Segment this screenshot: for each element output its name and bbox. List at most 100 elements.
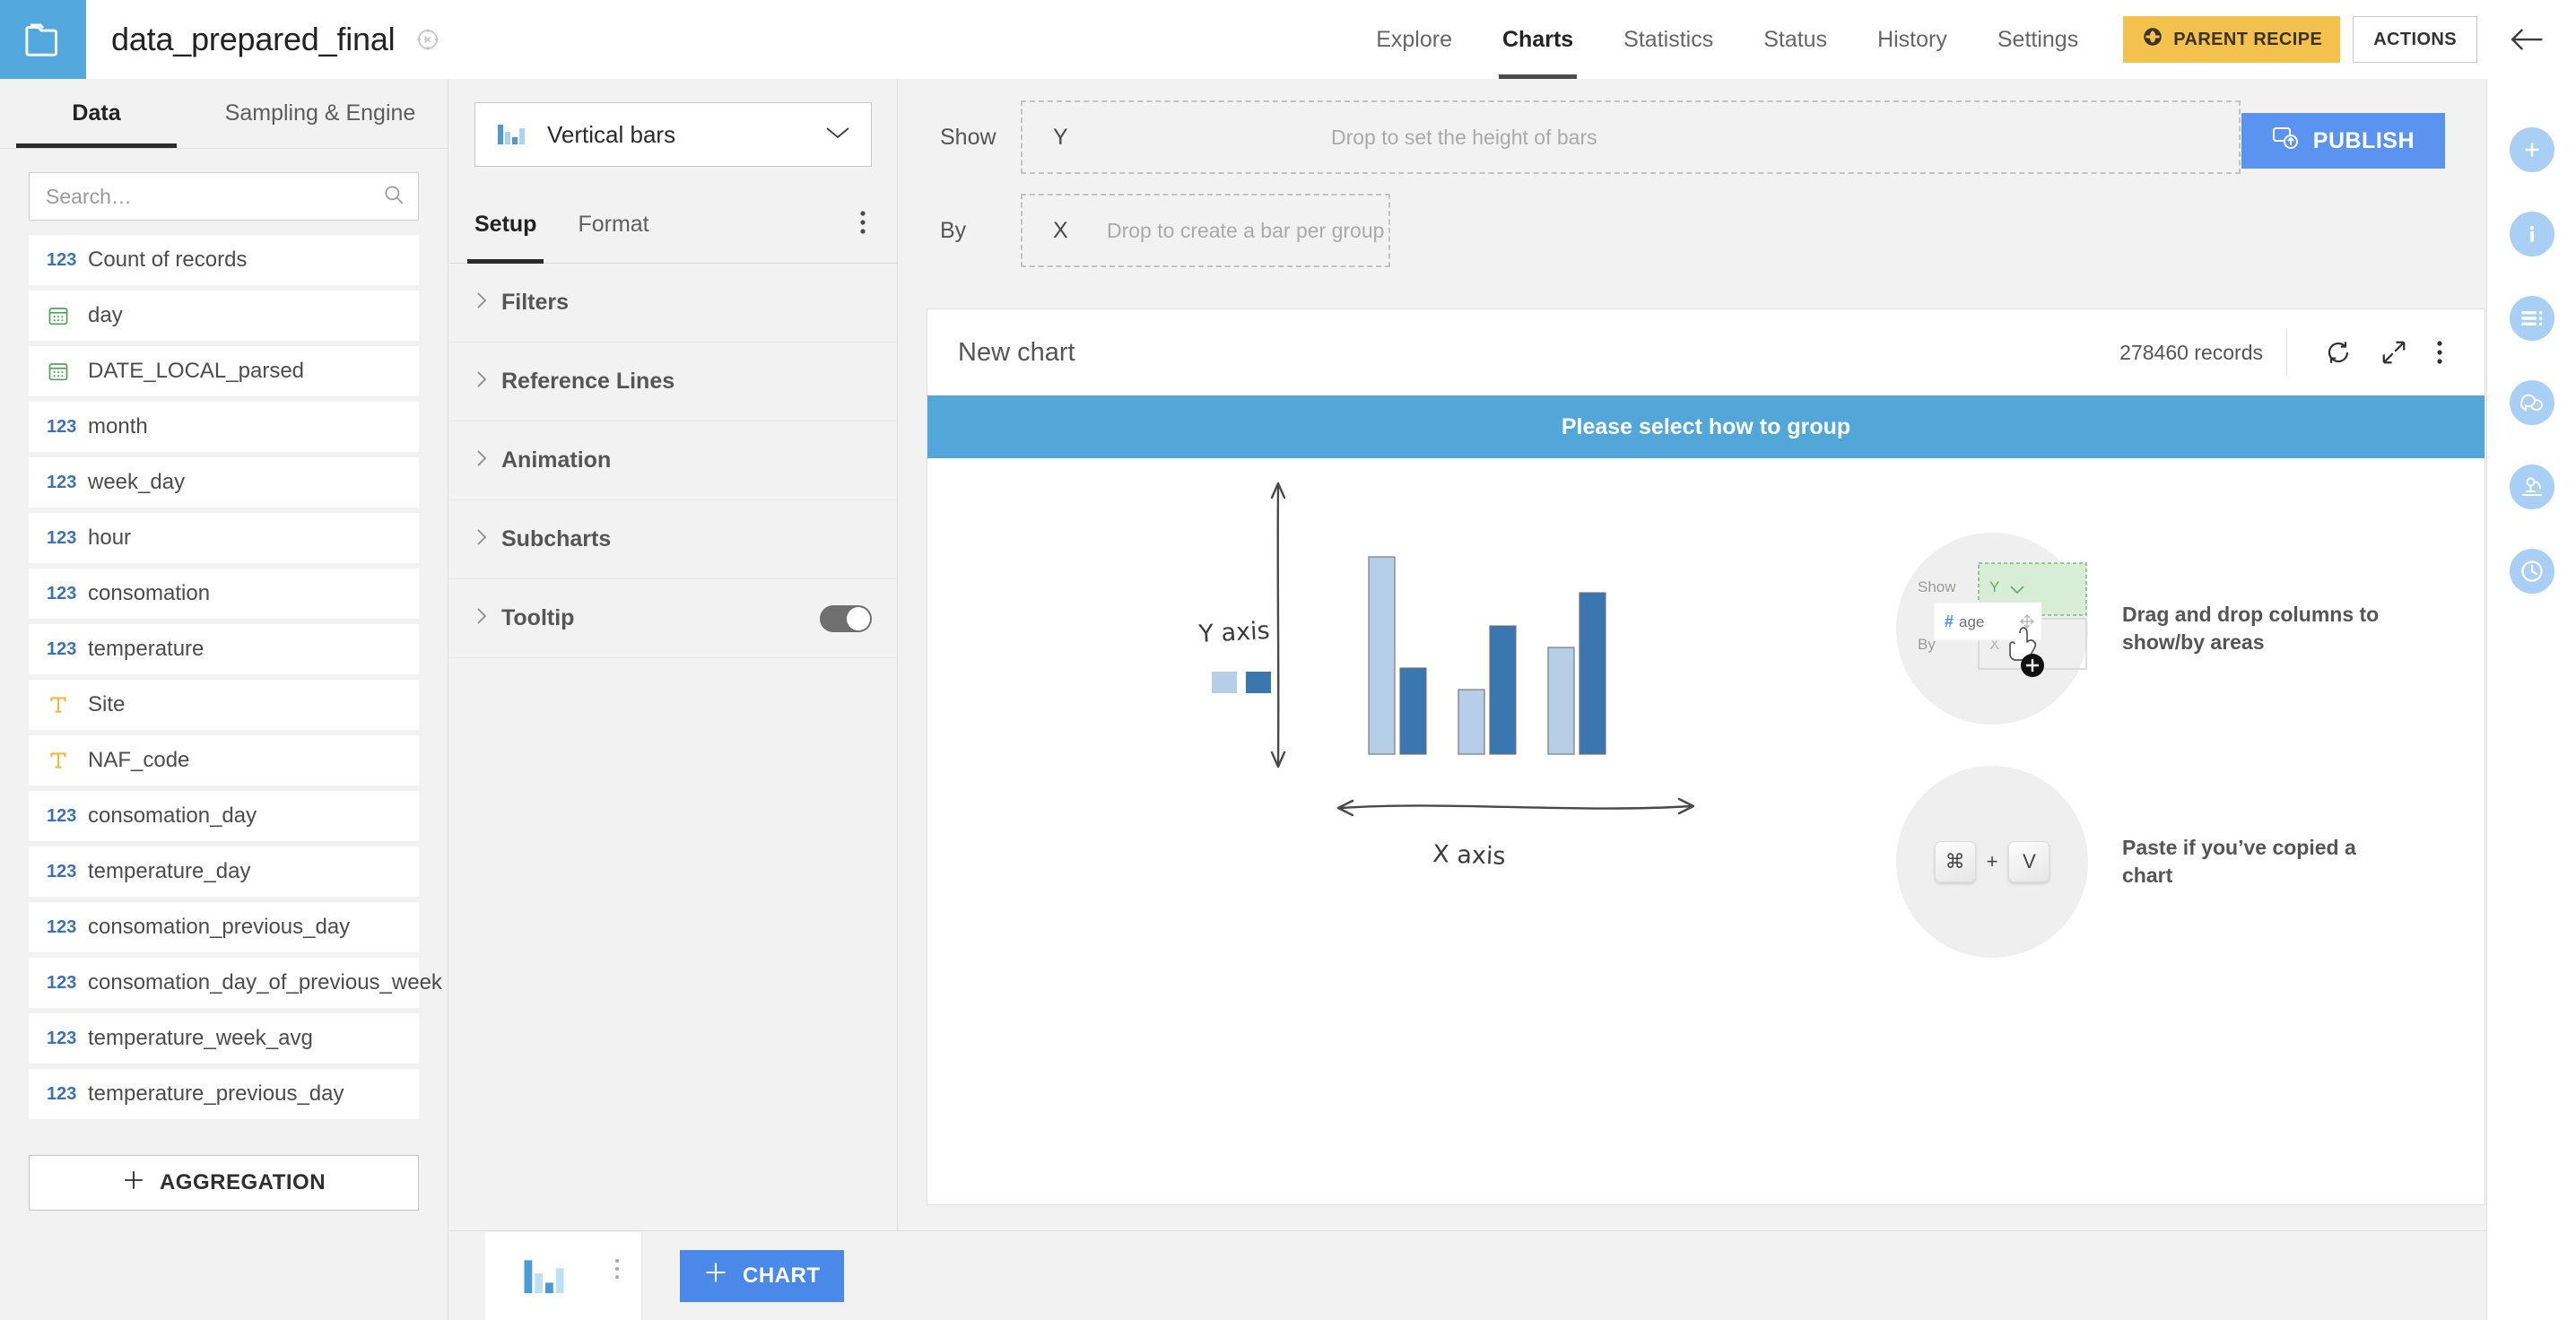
nav-item-charts[interactable]: Charts	[1477, 0, 1598, 79]
text-type-icon	[47, 693, 88, 716]
key-plus: +	[1986, 850, 1998, 873]
svg-text:#: #	[1945, 612, 1954, 630]
section-reference-lines[interactable]: Reference Lines	[449, 343, 897, 421]
number-type-icon: 123	[47, 972, 77, 993]
by-dropzone-hint: Drop to create a bar per group	[1107, 218, 1385, 242]
number-type-icon: 123	[47, 249, 77, 270]
chevron-right-icon	[474, 605, 501, 631]
kebab-menu-icon[interactable]	[2422, 339, 2458, 366]
chevron-right-icon	[474, 290, 501, 316]
chevron-down-icon	[824, 125, 851, 145]
number-type-icon: 123	[47, 416, 77, 437]
settings-sections: Filters Reference Lines Animation Subcharts…	[449, 264, 897, 658]
number-type-icon: 123	[47, 472, 77, 492]
column-item[interactable]: 123 hour	[29, 513, 419, 563]
parent-recipe-label: PARENT RECIPE	[2173, 29, 2323, 49]
column-name: temperature_day	[88, 859, 251, 883]
search-input[interactable]	[46, 184, 382, 209]
column-item[interactable]: 123 temperature_day	[29, 847, 419, 897]
discussions-icon[interactable]	[2509, 380, 2554, 425]
details-icon[interactable]	[2509, 296, 2554, 341]
add-aggregation-label: AGGREGATION	[159, 1170, 326, 1194]
publish-button[interactable]: PUBLISH	[2241, 113, 2445, 169]
info-icon[interactable]	[2509, 212, 2554, 256]
expand-icon[interactable]	[2366, 339, 2422, 366]
parent-recipe-button[interactable]: PARENT RECIPE	[2123, 16, 2341, 63]
column-item[interactable]: 123 week_day	[29, 457, 419, 508]
column-item[interactable]: 123 consomation_previous_day	[29, 902, 419, 952]
tab-setup[interactable]: Setup	[466, 187, 544, 264]
hint-paste: ⌘ + V Paste if you’ve copied a chart	[1896, 745, 2391, 978]
column-item[interactable]: DATE_LOCAL_parsed	[29, 346, 419, 396]
column-name: consomation_day	[88, 803, 257, 828]
kebab-menu-icon[interactable]	[854, 204, 872, 246]
column-item[interactable]: Site	[29, 680, 419, 730]
record-count: 278460 records	[2119, 340, 2263, 364]
column-name: consomation	[88, 581, 211, 605]
chart-title[interactable]: New chart	[958, 338, 1075, 368]
column-name: consomation_previous_day	[88, 915, 351, 939]
section-animation[interactable]: Animation	[449, 421, 897, 500]
by-dropzone[interactable]: X Drop to create a bar per group	[1021, 194, 1390, 267]
tab-sampling-engine[interactable]: Sampling & Engine	[193, 79, 448, 148]
search-box[interactable]	[29, 172, 419, 221]
nav-item-history[interactable]: History	[1852, 0, 1972, 79]
svg-text:Show: Show	[1918, 578, 1956, 595]
chart-type-label: Vertical bars	[547, 120, 676, 148]
column-item[interactable]: 123 consomation	[29, 569, 419, 619]
chart-settings-tabs: Setup Format	[449, 187, 897, 264]
column-item[interactable]: NAF_code	[29, 735, 419, 786]
page-title: data_prepared_final	[111, 21, 396, 57]
add-chart-button[interactable]: CHART	[680, 1249, 844, 1302]
number-type-icon: 123	[47, 805, 77, 826]
section-subcharts[interactable]: Subcharts	[449, 500, 897, 579]
number-type-icon: 123	[47, 861, 77, 881]
section-label: Animation	[501, 447, 612, 473]
compass-icon[interactable]	[414, 26, 441, 53]
show-dropzone[interactable]: Y Drop to set the height of bars	[1021, 100, 2241, 174]
nav-item-settings[interactable]: Settings	[1972, 0, 2103, 79]
chart-type-select[interactable]: Vertical bars	[474, 102, 872, 167]
nav-item-status[interactable]: Status	[1738, 0, 1852, 79]
column-item[interactable]: 123 consomation_day	[29, 791, 419, 841]
placeholder-hints: Show Y By X # age Drag and drop columns …	[1896, 512, 2391, 978]
app-root: data_prepared_final Explore Charts Stati…	[0, 0, 2576, 1320]
column-item[interactable]: day	[29, 291, 419, 341]
chart-card-header: New chart 278460 records	[927, 309, 2485, 395]
by-axis-label: X	[1053, 217, 1068, 243]
add-icon[interactable]	[2509, 127, 2554, 172]
recipe-icon	[2141, 25, 2164, 54]
chart-settings-panel: Vertical bars Setup Format Filters Refere…	[449, 79, 898, 1230]
column-item[interactable]: 123 Count of records	[29, 235, 419, 285]
actions-button[interactable]: ACTIONS	[2353, 16, 2477, 63]
column-item[interactable]: 123 temperature_week_avg	[29, 1013, 419, 1064]
refresh-icon[interactable]	[2311, 339, 2366, 366]
section-filters[interactable]: Filters	[449, 264, 897, 343]
column-item[interactable]: 123 temperature_previous_day	[29, 1069, 419, 1119]
column-item[interactable]: 123 month	[29, 402, 419, 452]
top-nav: Explore Charts Statistics Status History…	[1351, 0, 2576, 79]
folder-icon[interactable]	[0, 0, 86, 79]
nav-item-explore[interactable]: Explore	[1351, 0, 1477, 79]
section-tooltip[interactable]: Tooltip	[449, 579, 897, 658]
add-aggregation-button[interactable]: AGGREGATION	[29, 1155, 419, 1211]
nav-item-statistics[interactable]: Statistics	[1598, 0, 1738, 79]
svg-text:Y axis: Y axis	[1197, 617, 1271, 648]
history-clock-icon[interactable]	[2509, 549, 2554, 594]
arrow-left-icon[interactable]	[2477, 0, 2576, 79]
kebab-menu-icon[interactable]	[614, 1257, 620, 1285]
hint-drag-drop-text: Drag and drop columns to show/by areas	[2122, 602, 2380, 654]
column-item[interactable]: 123 consomation_day_of_previous_week	[29, 958, 442, 1008]
tab-format[interactable]: Format	[578, 187, 648, 264]
placeholder-sketch: Y axis X axis	[1192, 467, 1748, 884]
column-name: day	[88, 303, 123, 327]
column-item[interactable]: 123 temperature	[29, 624, 419, 674]
lab-icon[interactable]	[2509, 465, 2554, 509]
show-axis-label: Y	[1053, 124, 1068, 150]
tab-data[interactable]: Data	[0, 79, 193, 148]
tooltip-toggle[interactable]	[820, 604, 872, 632]
column-name: DATE_LOCAL_parsed	[88, 359, 305, 383]
chart-thumbnail-tab[interactable]	[485, 1231, 642, 1320]
column-name: temperature	[88, 637, 205, 661]
column-name: temperature_week_avg	[88, 1026, 313, 1050]
